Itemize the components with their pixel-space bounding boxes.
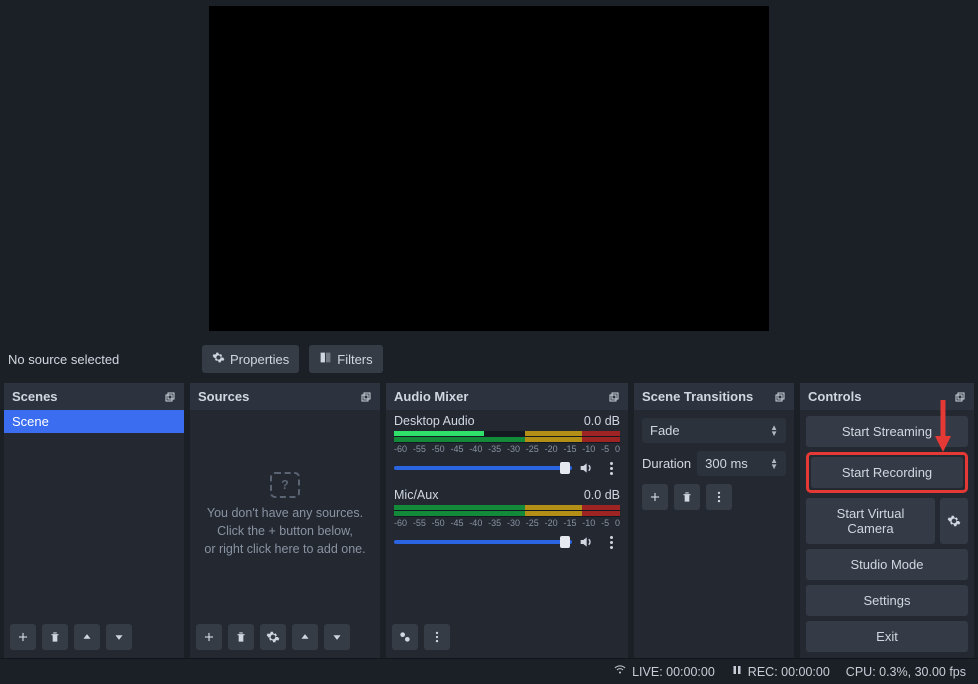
popout-icon[interactable] (954, 391, 966, 403)
volume-meter (394, 505, 620, 517)
pause-icon (731, 664, 743, 679)
filters-icon (319, 351, 332, 367)
mixer-channel-desktop: Desktop Audio 0.0 dB -60-55-50-45-40-35-… (386, 410, 628, 484)
dock-panels: Scenes Scene Sources ? You don't have an… (0, 383, 978, 658)
volume-slider[interactable] (394, 466, 572, 470)
status-bar: LIVE: 00:00:00 REC: 00:00:00 CPU: 0.3%, … (0, 658, 978, 684)
transition-menu-button[interactable] (706, 484, 732, 510)
mute-button[interactable] (578, 534, 596, 550)
exit-button[interactable]: Exit (806, 621, 968, 652)
popout-icon[interactable] (360, 391, 372, 403)
mixer-title: Audio Mixer (394, 389, 468, 404)
filters-label: Filters (337, 352, 372, 367)
status-rec: REC: 00:00:00 (731, 664, 830, 679)
settings-button[interactable]: Settings (806, 585, 968, 616)
source-up-button[interactable] (292, 624, 318, 650)
controls-body: Start Streaming Start Recording Start Vi… (800, 410, 974, 658)
sources-title: Sources (198, 389, 249, 404)
no-source-label: No source selected (8, 352, 192, 367)
meter-ticks: -60-55-50-45-40-35-30-25-20-15-10-50 (394, 518, 620, 528)
popout-icon[interactable] (164, 391, 176, 403)
duration-value: 300 ms (705, 456, 748, 471)
scenes-list[interactable]: Scene (4, 410, 184, 620)
updown-icon: ▲▼ (770, 425, 778, 437)
properties-button[interactable]: Properties (202, 345, 299, 373)
updown-icon: ▲▼ (770, 458, 778, 470)
controls-panel: Controls Start Streaming Start Recording… (800, 383, 974, 658)
sources-footer (190, 620, 380, 658)
scenes-panel: Scenes Scene (4, 383, 184, 658)
sources-panel: Sources ? You don't have any sources. Cl… (190, 383, 380, 658)
scene-down-button[interactable] (106, 624, 132, 650)
status-cpu: CPU: 0.3%, 30.00 fps (846, 665, 966, 679)
signal-icon (613, 664, 627, 679)
mixer-settings-button[interactable] (392, 624, 418, 650)
channel-menu-button[interactable] (602, 462, 620, 475)
start-streaming-button[interactable]: Start Streaming (806, 416, 968, 447)
add-transition-button[interactable] (642, 484, 668, 510)
add-scene-button[interactable] (10, 624, 36, 650)
status-live-text: LIVE: 00:00:00 (632, 665, 715, 679)
scenes-header[interactable]: Scenes (4, 383, 184, 410)
audio-mixer-panel: Audio Mixer Desktop Audio 0.0 dB -60-55-… (386, 383, 628, 658)
controls-header[interactable]: Controls (800, 383, 974, 410)
annotation-highlight: Start Recording (806, 452, 968, 493)
duration-label: Duration (642, 456, 691, 471)
remove-transition-button[interactable] (674, 484, 700, 510)
scenes-title: Scenes (12, 389, 58, 404)
transitions-header[interactable]: Scene Transitions (634, 383, 794, 410)
channel-db: 0.0 dB (584, 488, 620, 502)
popout-icon[interactable] (608, 391, 620, 403)
remove-source-button[interactable] (228, 624, 254, 650)
filters-button[interactable]: Filters (309, 345, 382, 373)
popout-icon[interactable] (774, 391, 786, 403)
channel-name: Desktop Audio (394, 414, 475, 428)
controls-title: Controls (808, 389, 861, 404)
transition-current: Fade (650, 423, 680, 438)
mixer-channel-mic: Mic/Aux 0.0 dB -60-55-50-45-40-35-30-25-… (386, 484, 628, 558)
duration-input[interactable]: 300 ms ▲▼ (697, 451, 786, 476)
channel-menu-button[interactable] (602, 536, 620, 549)
start-recording-button[interactable]: Start Recording (811, 457, 963, 488)
scene-item[interactable]: Scene (4, 410, 184, 433)
transitions-body: Fade ▲▼ Duration 300 ms ▲▼ (634, 410, 794, 658)
volume-meter (394, 431, 620, 443)
mixer-header[interactable]: Audio Mixer (386, 383, 628, 410)
transition-select[interactable]: Fade ▲▼ (642, 418, 786, 443)
scene-up-button[interactable] (74, 624, 100, 650)
source-down-button[interactable] (324, 624, 350, 650)
volume-slider[interactable] (394, 540, 572, 544)
status-connection: LIVE: 00:00:00 (613, 664, 715, 679)
mixer-menu-button[interactable] (424, 624, 450, 650)
start-virtual-camera-button[interactable]: Start Virtual Camera (806, 498, 935, 544)
source-toolbar: No source selected Properties Filters (0, 341, 978, 383)
sources-list[interactable]: ? You don't have any sources. Click the … (190, 410, 380, 620)
source-properties-button[interactable] (260, 624, 286, 650)
add-source-button[interactable] (196, 624, 222, 650)
preview-area (0, 0, 978, 341)
gear-icon (212, 351, 225, 367)
mixer-body: Desktop Audio 0.0 dB -60-55-50-45-40-35-… (386, 410, 628, 620)
sources-header[interactable]: Sources (190, 383, 380, 410)
studio-mode-button[interactable]: Studio Mode (806, 549, 968, 580)
preview-canvas[interactable] (209, 6, 769, 331)
sources-empty-state: ? You don't have any sources. Click the … (190, 410, 380, 620)
sources-empty-l3: or right click here to add one. (204, 540, 365, 558)
channel-name: Mic/Aux (394, 488, 438, 502)
sources-empty-l2: Click the + button below, (204, 522, 365, 540)
remove-scene-button[interactable] (42, 624, 68, 650)
status-rec-text: REC: 00:00:00 (748, 665, 830, 679)
sources-empty-l1: You don't have any sources. (204, 504, 365, 522)
scenes-footer (4, 620, 184, 658)
meter-ticks: -60-55-50-45-40-35-30-25-20-15-10-50 (394, 444, 620, 454)
mute-button[interactable] (578, 460, 596, 476)
transitions-title: Scene Transitions (642, 389, 753, 404)
transitions-panel: Scene Transitions Fade ▲▼ Duration 300 m… (634, 383, 794, 658)
channel-db: 0.0 dB (584, 414, 620, 428)
mixer-footer (386, 620, 628, 658)
question-icon: ? (270, 472, 300, 498)
properties-label: Properties (230, 352, 289, 367)
virtual-camera-settings-button[interactable] (940, 498, 968, 544)
